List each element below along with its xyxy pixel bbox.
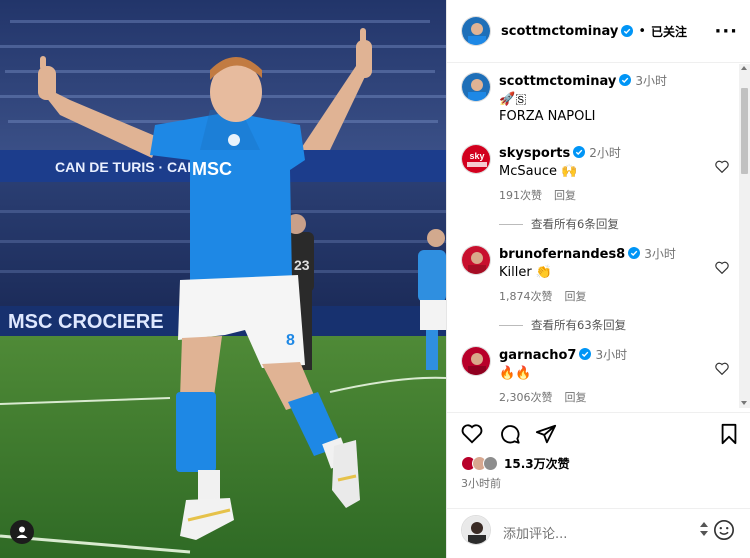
shirt-sponsor: MSC xyxy=(192,159,232,179)
opponent-number: 23 xyxy=(294,257,310,273)
avatar-image xyxy=(462,347,490,375)
comments-list: scottmctominay 3小时 🚀🇸 FORZA NAPOLI sky sk… xyxy=(447,64,750,408)
add-comment-bar: 添加评论... xyxy=(447,508,750,558)
save-bookmark-icon[interactable] xyxy=(719,423,739,445)
reply-button[interactable]: 回复 xyxy=(565,290,587,303)
comment-username[interactable]: garnacho7 xyxy=(499,348,576,363)
verified-icon xyxy=(573,146,586,158)
caption-time[interactable]: 3小时 xyxy=(635,74,667,88)
banner-msc: MSC CROCIERE xyxy=(8,311,164,333)
comment-input[interactable]: 添加评论... xyxy=(503,523,567,542)
likes-summary[interactable]: 15.3万次赞 xyxy=(461,455,570,472)
reply-button[interactable]: 回复 xyxy=(554,189,576,202)
comment-time[interactable]: 3小时 xyxy=(595,348,627,362)
comment-text: Killer 👏 xyxy=(499,265,553,280)
post-actions: 15.3万次赞 3小时前 xyxy=(447,412,750,522)
liker-avatar xyxy=(483,456,498,471)
view-replies-label[interactable]: 查看所有6条回复 xyxy=(531,216,619,232)
avatar-image xyxy=(462,73,490,101)
skysports-logo: sky xyxy=(462,145,490,173)
scroll-down-arrow-icon[interactable] xyxy=(741,401,747,405)
view-replies-1[interactable]: 查看所有6条回复 xyxy=(499,216,619,232)
verified-icon xyxy=(619,74,632,86)
likes-count[interactable]: 15.3万次赞 xyxy=(504,455,570,472)
comment-likes[interactable]: 191次赞 xyxy=(499,189,542,202)
separator-dot: • xyxy=(638,23,646,39)
svg-text:sky: sky xyxy=(469,151,484,161)
like-heart-icon[interactable] xyxy=(461,423,483,445)
like-comment-heart-icon[interactable] xyxy=(715,261,729,274)
shirt-number: 8 xyxy=(286,332,295,349)
post-header: scottmctominay • 已关注 ··· xyxy=(447,0,750,63)
scroll-thumb[interactable] xyxy=(741,88,748,174)
comment-username[interactable]: skysports xyxy=(499,146,570,161)
share-send-icon[interactable] xyxy=(535,423,557,445)
caption-text: FORZA NAPOLI xyxy=(499,109,596,124)
comment-text: 🔥🔥 xyxy=(499,366,532,381)
post-timestamp[interactable]: 3小时前 xyxy=(461,475,501,491)
scroll-up-arrow-icon[interactable] xyxy=(741,66,747,70)
comment-likes[interactable]: 2,306次赞 xyxy=(499,391,553,404)
author-avatar[interactable] xyxy=(461,16,491,46)
user-tag-button[interactable] xyxy=(10,520,34,544)
person-icon xyxy=(16,526,28,538)
comment-bubble-icon[interactable] xyxy=(499,423,521,445)
replies-line xyxy=(499,223,523,225)
emoji-icon[interactable] xyxy=(713,519,735,541)
follow-status-button[interactable]: 已关注 xyxy=(651,23,687,40)
more-options-icon[interactable]: ··· xyxy=(714,21,738,42)
avatar-image xyxy=(462,246,490,274)
caption-emoji: 🚀🇸 xyxy=(499,92,527,107)
comments-scrollbar[interactable] xyxy=(739,64,750,408)
like-comment-heart-icon[interactable] xyxy=(715,362,729,375)
verified-icon xyxy=(621,25,634,37)
replies-line xyxy=(499,324,523,326)
caption-username[interactable]: scottmctominay xyxy=(499,74,616,89)
author-username[interactable]: scottmctominay xyxy=(501,24,618,39)
photo-illustration: CAN DE TURIS · CAIV MSC CROCIERE 23 MSC … xyxy=(0,0,446,558)
view-replies-label[interactable]: 查看所有63条回复 xyxy=(531,317,626,333)
verified-icon xyxy=(579,348,592,360)
reply-button[interactable]: 回复 xyxy=(565,391,587,404)
comment-username[interactable]: brunofernandes8 xyxy=(499,247,625,262)
commenter-avatar[interactable] xyxy=(461,245,491,275)
avatar-image xyxy=(462,17,490,45)
current-user-avatar xyxy=(461,515,491,545)
comment-likes[interactable]: 1,874次赞 xyxy=(499,290,553,303)
commenter-avatar[interactable]: sky xyxy=(461,144,491,174)
like-comment-heart-icon[interactable] xyxy=(715,160,729,173)
view-replies-2[interactable]: 查看所有63条回复 xyxy=(499,317,626,333)
comment-time[interactable]: 2小时 xyxy=(589,146,621,160)
post-photo[interactable]: CAN DE TURIS · CAIV MSC CROCIERE 23 MSC … xyxy=(0,0,446,558)
commenter-avatar[interactable] xyxy=(461,346,491,376)
spinner-arrows-icon[interactable] xyxy=(699,521,709,537)
caption-avatar[interactable] xyxy=(461,72,491,102)
avatar-image xyxy=(462,516,490,544)
verified-icon xyxy=(628,247,641,259)
comment-text: McSauce 🙌 xyxy=(499,164,578,179)
banner-upper: CAN DE TURIS · CAIV xyxy=(55,159,201,175)
comment-time[interactable]: 3小时 xyxy=(644,247,676,261)
post-side-panel: scottmctominay • 已关注 ··· scottmctominay 3… xyxy=(446,0,750,558)
